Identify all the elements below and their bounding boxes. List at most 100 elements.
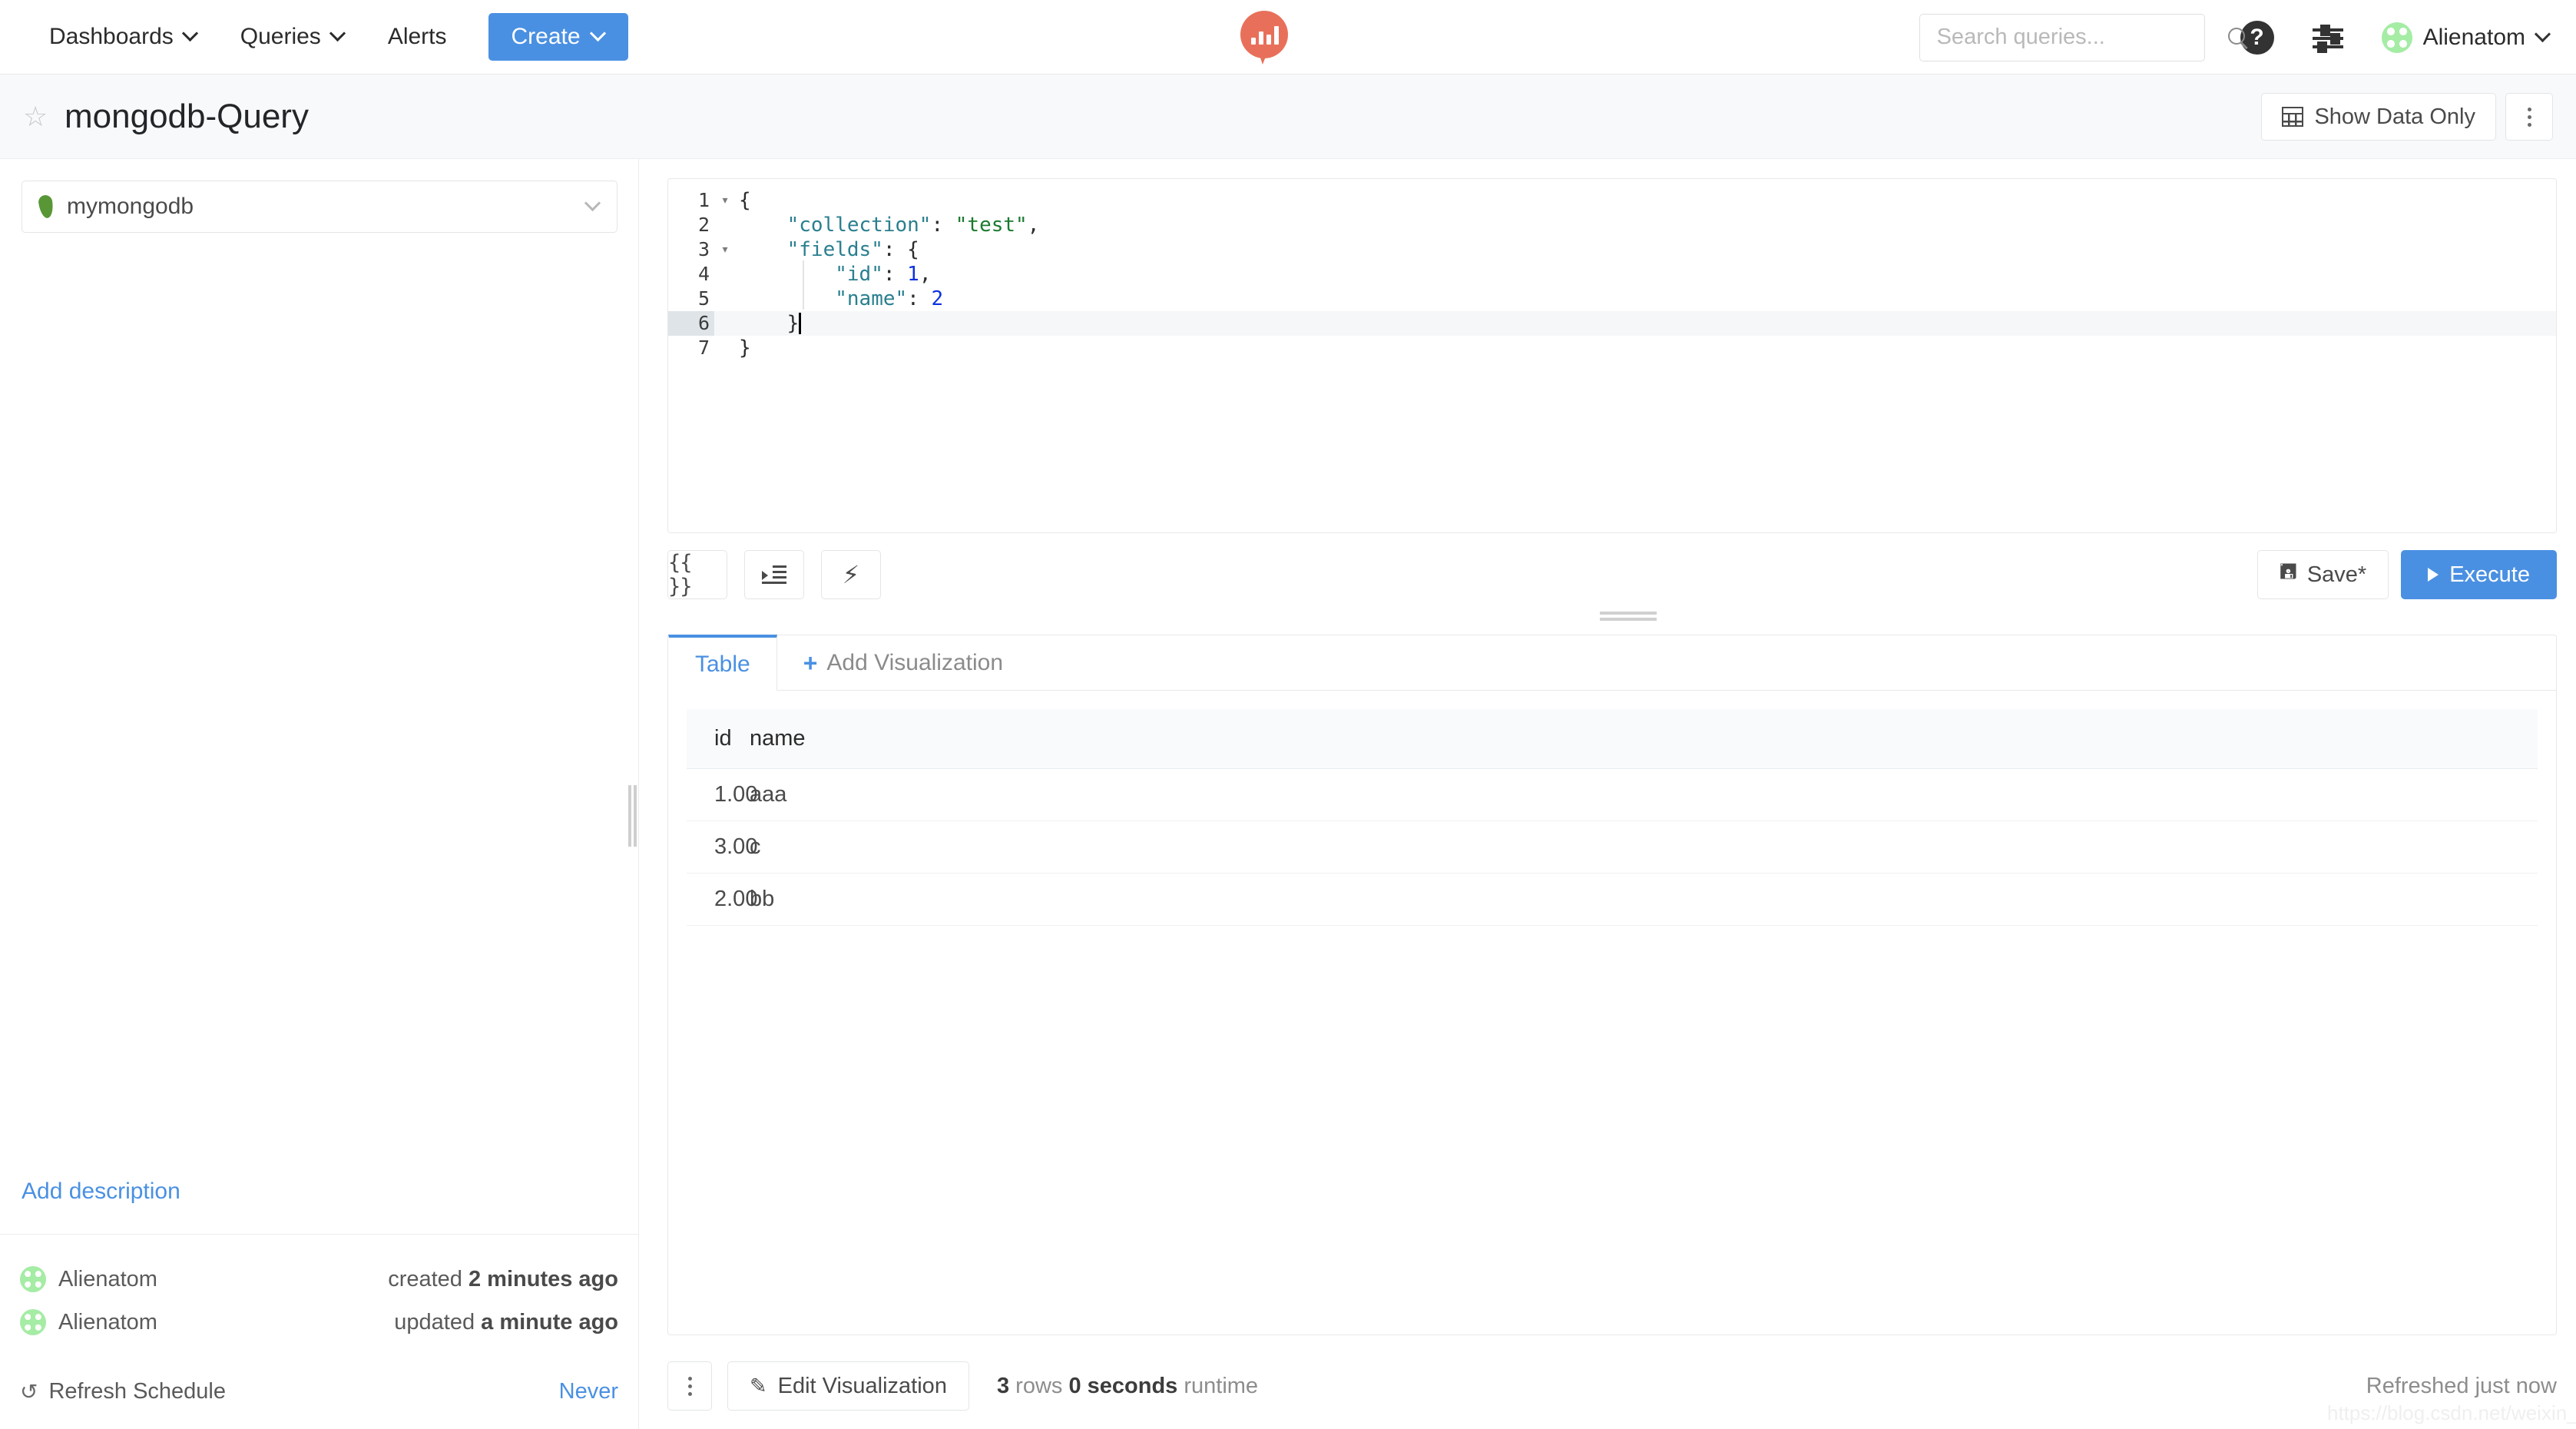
line-number: 1 <box>697 189 710 211</box>
query-parameters-button[interactable]: {{ }} <box>667 550 727 599</box>
code-text: "id": 1, <box>736 262 931 287</box>
page-header-actions: Show Data Only <box>2261 93 2553 141</box>
code-line[interactable]: 2 "collection": "test", <box>668 213 2556 237</box>
show-data-only-button[interactable]: Show Data Only <box>2261 93 2496 141</box>
refresh-schedule-label: Refresh Schedule <box>48 1379 226 1404</box>
table-row: 3.00 c <box>687 821 2538 874</box>
refresh-schedule-value[interactable]: Never <box>559 1379 618 1404</box>
editor-toolbar-right: 🖪︎ Save* Execute <box>2256 550 2557 599</box>
column-header-id[interactable]: id <box>687 726 750 751</box>
user-menu[interactable]: Alienatom <box>2381 22 2550 53</box>
nav-item-dashboards[interactable]: Dashboards <box>28 14 219 60</box>
table-grid-icon <box>2282 107 2304 127</box>
create-button-label: Create <box>511 24 581 49</box>
list-item: Alienatom created 2 minutes ago <box>20 1258 618 1301</box>
add-description-link[interactable]: Add description <box>0 1179 638 1234</box>
token-key: "id" <box>835 263 883 286</box>
results-table: id name 1.00 aaa 3.00 c 2.00 bb <box>668 709 2556 926</box>
code-text: "name": 2 <box>736 287 943 311</box>
code-line[interactable]: 7} <box>668 336 2556 360</box>
search-input[interactable] <box>1936 25 2227 50</box>
meta-action-updated: updated <box>394 1309 475 1335</box>
chevron-down-icon <box>331 28 345 41</box>
token-punct: , <box>919 263 932 286</box>
execute-button[interactable]: Execute <box>2401 550 2557 599</box>
play-icon <box>2428 568 2439 582</box>
code-text: { <box>736 188 751 213</box>
token-punct: : <box>931 214 955 237</box>
autolimit-button[interactable]: ⚡︎ <box>821 550 881 599</box>
search-icon[interactable] <box>2227 26 2250 49</box>
datasource-name-label: mymongodb <box>67 194 194 219</box>
meta-when-updated: a minute ago <box>481 1309 618 1335</box>
token-punct: : { <box>882 238 919 261</box>
results-bottom-bar: ✎︎ Edit Visualization 3 rows 0 seconds r… <box>667 1352 2557 1420</box>
table-row: 2.00 bb <box>687 874 2538 926</box>
favorite-star-icon[interactable]: ☆ <box>23 102 51 131</box>
token-key: "fields" <box>786 238 883 261</box>
edit-visualization-button[interactable]: ✎︎ Edit Visualization <box>727 1361 969 1411</box>
results-panel: Table + Add Visualization id name 1.00 aa… <box>667 635 2557 1335</box>
save-button-label: Save* <box>2306 562 2367 587</box>
code-line[interactable]: 3 ▾ "fields": { <box>668 237 2556 262</box>
line-number: 3 <box>697 238 710 260</box>
column-header-name[interactable]: name <box>750 726 806 751</box>
nav-left-group: Dashboards Queries Alerts Create <box>0 13 628 61</box>
fold-arrow-icon[interactable]: ▾ <box>714 188 736 213</box>
chevron-down-icon <box>586 197 600 211</box>
cell-id: 2.00 <box>714 887 758 911</box>
nav-item-queries[interactable]: Queries <box>219 14 366 60</box>
refresh-schedule-row[interactable]: ↺ Refresh Schedule Never <box>0 1359 638 1429</box>
page-more-menu-button[interactable] <box>2505 93 2553 141</box>
text-cursor <box>799 313 802 334</box>
format-query-button[interactable] <box>744 550 804 599</box>
code-line[interactable]: 4 "id": 1, <box>668 262 2556 287</box>
fold-arrow-icon[interactable]: ▾ <box>714 237 736 262</box>
cell-name: bb <box>750 887 775 911</box>
nav-item-alerts[interactable]: Alerts <box>366 14 469 60</box>
pencil-icon: ✎︎ <box>750 1374 767 1398</box>
visualization-more-menu-button[interactable] <box>667 1361 712 1411</box>
nav-item-alerts-label: Alerts <box>387 24 447 49</box>
lightning-bolt-icon: ⚡︎ <box>842 561 860 589</box>
query-code-editor[interactable]: 1 ▾{2 "collection": "test", 3 ▾ "fields": {… <box>667 178 2557 533</box>
datasource-select[interactable]: mymongodb <box>22 181 618 233</box>
tab-add-visualization[interactable]: + Add Visualization <box>777 635 1030 691</box>
tab-table-label: Table <box>695 651 750 677</box>
code-text: "fields": { <box>736 237 919 262</box>
code-line[interactable]: 1 ▾{ <box>668 188 2556 213</box>
redash-logo-icon[interactable] <box>1238 11 1290 66</box>
save-button[interactable]: 🖪︎ Save* <box>2256 550 2389 599</box>
token-str: "test" <box>955 214 1028 237</box>
code-line[interactable]: 6 } <box>668 311 2556 336</box>
format-query-icon <box>762 565 786 585</box>
show-data-only-label: Show Data Only <box>2314 104 2475 129</box>
nav-item-dashboards-label: Dashboards <box>49 24 174 49</box>
code-body[interactable]: 1 ▾{2 "collection": "test", 3 ▾ "fields": {… <box>668 188 2556 360</box>
avatar <box>20 1309 46 1335</box>
chevron-down-icon <box>591 28 605 41</box>
line-number: 6 <box>668 311 714 336</box>
sidebar-resize-handle[interactable] <box>628 785 637 847</box>
token-punct: } <box>739 337 751 360</box>
run-stats: 3 rows 0 seconds runtime <box>997 1374 1258 1399</box>
tab-add-visualization-label: Add Visualization <box>826 650 1004 675</box>
execute-button-label: Execute <box>2449 562 2530 587</box>
visualization-tabs: Table + Add Visualization <box>668 635 2556 691</box>
tab-table[interactable]: Table <box>668 635 777 691</box>
code-line[interactable]: 5 "name": 2 <box>668 287 2556 311</box>
runtime-label: runtime <box>1184 1373 1259 1398</box>
help-icon-glyph: ? <box>2250 24 2264 50</box>
editor-toolbar: {{ }} ⚡︎ 🖪︎ Save* Execute <box>667 550 2557 599</box>
gear-icon[interactable] <box>2311 21 2345 55</box>
search-queries-box[interactable] <box>1919 13 2245 61</box>
cell-id: 1.00 <box>714 782 758 807</box>
create-button[interactable]: Create <box>488 13 628 61</box>
plus-icon: + <box>803 648 818 677</box>
mongodb-leaf-icon <box>37 194 55 220</box>
editor-resize-handle[interactable] <box>1600 612 1657 622</box>
